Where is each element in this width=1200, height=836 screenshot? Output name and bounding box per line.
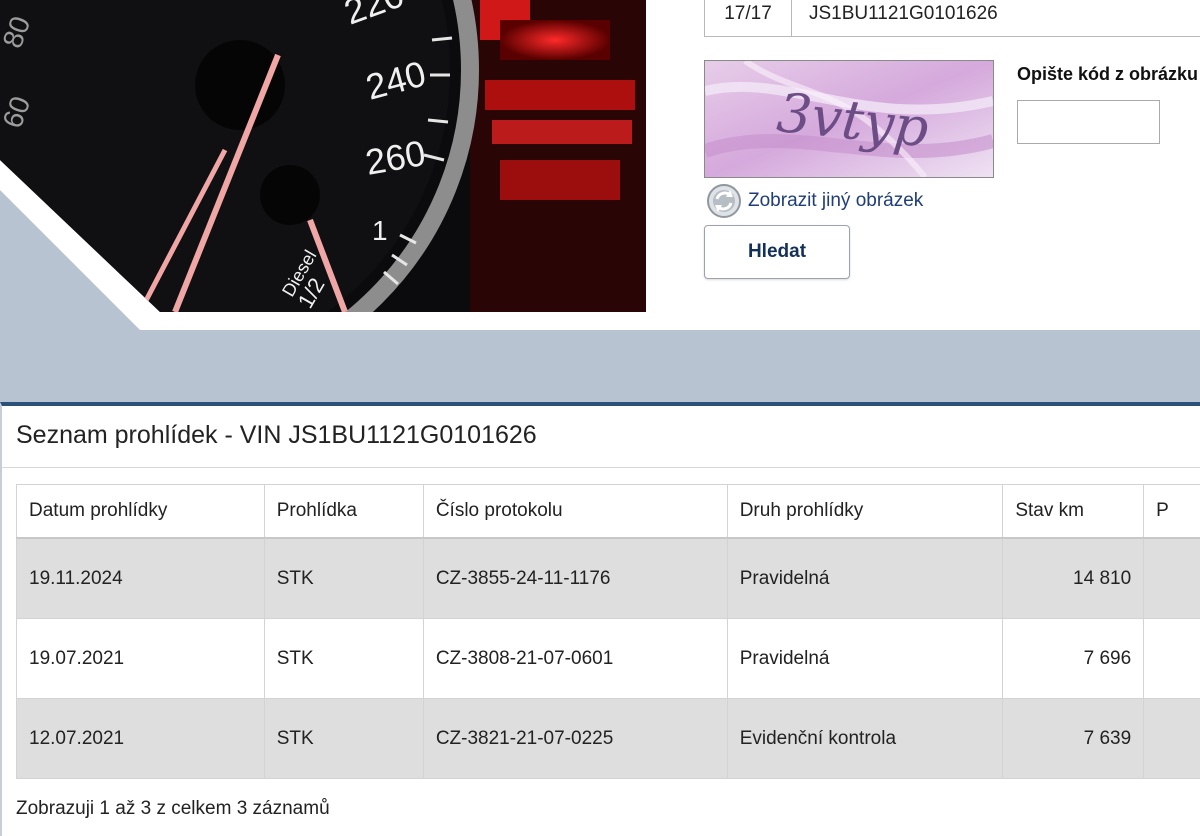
vin-input-box[interactable]: 17/17 JS1BU1121G0101626 <box>704 0 1200 37</box>
vin-value: JS1BU1121G0101626 <box>809 0 998 30</box>
cell-extra <box>1144 619 1200 699</box>
cell-mileage: 14 810 <box>1003 538 1144 619</box>
col-header-extra[interactable]: P <box>1144 485 1200 539</box>
search-button[interactable]: Hledat <box>704 225 850 279</box>
col-header-inspection[interactable]: Prohlídka <box>264 485 423 539</box>
speedometer-banner: 220 240 260 1 Diesel 1/2 80 60 <box>0 0 646 312</box>
refresh-captcha-link[interactable]: Zobrazit jiný obrázek <box>706 183 923 219</box>
cell-mileage: 7 696 <box>1003 619 1144 699</box>
cell-inspection: STK <box>264 699 423 779</box>
cell-inspection: STK <box>264 619 423 699</box>
col-header-mileage[interactable]: Stav km <box>1003 485 1144 539</box>
col-header-type[interactable]: Druh prohlídky <box>727 485 1003 539</box>
table-row: 12.07.2021 STK CZ-3821-21-07-0225 Eviden… <box>17 699 1200 779</box>
col-header-date[interactable]: Datum prohlídky <box>17 485 265 539</box>
refresh-captcha-label[interactable]: Zobrazit jiný obrázek <box>748 190 923 212</box>
cell-type: Pravidelná <box>727 619 1003 699</box>
vin-char-count: 17/17 <box>705 0 792 36</box>
captcha-label: Opište kód z obrázku <box>1017 64 1198 85</box>
cell-protocol: CZ-3855-24-11-1176 <box>423 538 727 619</box>
cell-protocol: CZ-3808-21-07-0601 <box>423 619 727 699</box>
cell-type: Pravidelná <box>727 538 1003 619</box>
inspection-list-panel: Seznam prohlídek - VIN JS1BU1121G0101626… <box>0 402 1200 836</box>
table-header-row: Datum prohlídky Prohlídka Číslo protokol… <box>17 485 1200 539</box>
captcha-input[interactable] <box>1017 100 1160 144</box>
inspection-table: Datum prohlídky Prohlídka Číslo protokol… <box>16 484 1200 779</box>
cell-inspection: STK <box>264 538 423 619</box>
table-row: 19.07.2021 STK CZ-3808-21-07-0601 Pravid… <box>17 619 1200 699</box>
cell-mileage: 7 639 <box>1003 699 1144 779</box>
panel-divider <box>2 467 1200 468</box>
refresh-icon[interactable] <box>706 183 742 219</box>
fuel-label-1: 1 <box>372 215 388 246</box>
cell-type: Evidenční kontrola <box>727 699 1003 779</box>
cell-extra <box>1144 699 1200 779</box>
cell-extra <box>1144 538 1200 619</box>
captcha-image: 3vtyp <box>704 60 994 178</box>
cell-date: 19.07.2021 <box>17 619 265 699</box>
cell-date: 12.07.2021 <box>17 699 265 779</box>
table-row: 19.11.2024 STK CZ-3855-24-11-1176 Pravid… <box>17 538 1200 619</box>
cell-date: 19.11.2024 <box>17 538 265 619</box>
table-info: Zobrazuji 1 až 3 z celkem 3 záznamů <box>16 798 330 820</box>
panel-title: Seznam prohlídek - VIN JS1BU1121G0101626 <box>16 421 537 450</box>
col-header-protocol[interactable]: Číslo protokolu <box>423 485 727 539</box>
cell-protocol: CZ-3821-21-07-0225 <box>423 699 727 779</box>
